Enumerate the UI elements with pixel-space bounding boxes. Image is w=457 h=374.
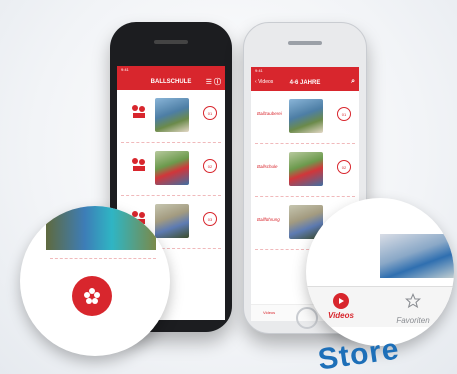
tab-videos-label: Videos [328, 311, 354, 320]
search-icon[interactable]: ⌕ [351, 78, 355, 86]
nav-bar: ‹ Videos 4-6 JAHRE ⌕ [251, 75, 359, 91]
category-row[interactable]: 02 [121, 143, 221, 196]
page-title: 4-6 JAHRE [289, 80, 321, 86]
page-title: BALLSCHULE [150, 79, 192, 85]
video-thumbnail[interactable] [289, 152, 323, 186]
category-row[interactable]: 01 [121, 90, 221, 143]
video-thumbnail [46, 206, 156, 250]
zoom-bubble-left [20, 206, 170, 356]
count-badge: 02 [337, 160, 351, 174]
star-icon [404, 292, 422, 309]
video-title: Ballzauberei [257, 111, 282, 116]
balls-icon [132, 158, 145, 171]
tab-favoriten[interactable]: Favoriten [388, 292, 438, 325]
divider [50, 258, 156, 259]
video-title: Ballführung [257, 217, 280, 222]
tab-bar: Videos Favoriten [306, 286, 454, 327]
back-button[interactable]: ‹ Videos [255, 79, 273, 85]
nav-bar: BALLSCHULE ☰ ⓘ [117, 74, 225, 90]
status-bar: 9:41 [117, 66, 225, 74]
video-thumbnail[interactable] [155, 204, 189, 238]
promo-stage: 9:41 BALLSCHULE ☰ ⓘ 01 02 03 9:41 ‹ Vide… [0, 0, 457, 374]
video-thumbnail[interactable] [289, 99, 323, 133]
video-row[interactable]: Ballzauberei 01 [255, 91, 355, 144]
zoom-bubble-right: Videos Favoriten [306, 198, 454, 346]
balls-icon [132, 105, 145, 118]
play-icon [333, 293, 349, 309]
video-thumbnail [380, 234, 454, 278]
ball-button[interactable] [72, 276, 112, 316]
video-thumbnail[interactable] [155, 98, 189, 132]
count-badge: 02 [203, 159, 217, 173]
count-badge: 01 [203, 106, 217, 120]
video-title: Ballschule [257, 164, 278, 169]
video-row[interactable]: Ballschule 02 [255, 144, 355, 197]
balls-cluster-icon [84, 288, 100, 304]
count-badge: 03 [203, 212, 217, 226]
tab-videos-small[interactable]: Videos [263, 310, 275, 315]
phone-speaker [288, 41, 322, 45]
video-thumbnail[interactable] [155, 151, 189, 185]
tab-favoriten-label: Favoriten [396, 316, 430, 325]
status-bar: 9:41 [251, 67, 359, 75]
back-label: Videos [258, 79, 274, 85]
menu-icon[interactable]: ☰ ⓘ [206, 77, 221, 87]
phone-speaker [154, 40, 188, 44]
tab-videos[interactable]: Videos [316, 293, 366, 320]
store-text: Store [316, 332, 402, 374]
count-badge: 01 [337, 107, 351, 121]
